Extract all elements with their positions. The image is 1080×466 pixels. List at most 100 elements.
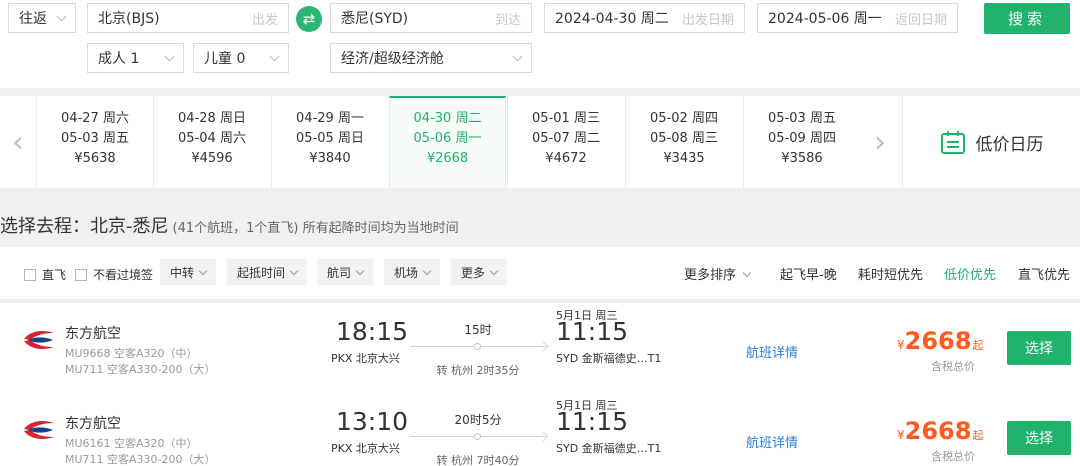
sort-direct-first[interactable]: 直飞优先 bbox=[1018, 264, 1070, 283]
date-option[interactable]: 05-01 周三 05-07 周二 ¥4672 bbox=[507, 96, 624, 188]
date-option-outbound: 05-01 周三 bbox=[532, 111, 600, 126]
date-option-return: 05-09 周四 bbox=[768, 131, 836, 146]
date-option-outbound: 05-02 周四 bbox=[650, 111, 718, 126]
checkbox-icon bbox=[24, 268, 36, 281]
filter-transfer-dropdown[interactable]: 中转 bbox=[160, 259, 217, 285]
sort-shortest[interactable]: 耗时短优先 bbox=[858, 264, 923, 283]
flight-row: 东方航空 MU9668 空客A320（中） MU711 空客A330-200（大） 1… bbox=[0, 303, 1080, 393]
departure-time: 18:15 bbox=[336, 317, 409, 346]
flight-duration: 15时 bbox=[464, 323, 492, 337]
date-option-price: ¥4672 bbox=[545, 151, 587, 166]
date-option-outbound: 05-03 周五 bbox=[768, 111, 836, 126]
date-price-strip: ‹ 04-27 周六 05-03 周五 ¥5638 04-28 周日 05-04 周六 ¥… bbox=[0, 96, 1080, 188]
route-title-text: 选择去程：北京-悉尼 bbox=[0, 216, 169, 237]
date-option[interactable]: 05-03 周五 05-09 周四 ¥3586 bbox=[743, 96, 860, 188]
trip-type-select[interactable]: 往返 bbox=[8, 3, 76, 33]
flight-details-link[interactable]: 航班详情 bbox=[746, 432, 798, 451]
search-button[interactable]: 搜索 bbox=[984, 3, 1070, 34]
return-date-input[interactable]: 2024-05-06 周一 返回日期 bbox=[757, 3, 958, 33]
filter-airline-dropdown[interactable]: 航司 bbox=[317, 259, 374, 285]
date-option-outbound: 04-28 周日 bbox=[178, 111, 246, 126]
flight-details-link[interactable]: 航班详情 bbox=[746, 342, 798, 361]
departure-airport: PKX 北京大兴 bbox=[331, 352, 400, 365]
cabin-select[interactable]: 经济/超级经济舱 bbox=[330, 43, 532, 73]
date-option-price: ¥2668 bbox=[426, 151, 469, 166]
filter-airport-dropdown[interactable]: 机场 bbox=[384, 259, 441, 285]
date-option-return: 05-03 周五 bbox=[61, 131, 129, 146]
date-option[interactable]: 04-30 周二 05-06 周一 ¥2668 bbox=[389, 96, 506, 188]
calendar-icon bbox=[940, 131, 965, 154]
chevron-down-icon bbox=[489, 266, 499, 275]
chevron-down-icon bbox=[269, 51, 280, 61]
search-bar: 往返 北京(BJS) 出发 ⇄ 悉尼(SYD) 到达 2024-04-30 周二… bbox=[0, 0, 1080, 88]
date-option-price: ¥3435 bbox=[663, 151, 705, 166]
flight-duration: 20时5分 bbox=[454, 413, 502, 427]
price-suffix: 起 bbox=[972, 339, 984, 352]
route-subtitle: (41个航班，1个直飞) 所有起降时间均为当地时间 bbox=[172, 221, 459, 236]
date-option-return: 05-08 周三 bbox=[650, 131, 718, 146]
no-transit-visa-checkbox[interactable]: 不看过境签 bbox=[75, 266, 153, 283]
depart-date-input[interactable]: 2024-04-30 周二 出发日期 bbox=[544, 3, 745, 33]
date-option[interactable]: 04-29 周一 05-05 周日 ¥3840 bbox=[271, 96, 388, 188]
destination-value: 悉尼(SYD) bbox=[341, 11, 409, 27]
sort-more-label: 更多排序 bbox=[684, 268, 737, 283]
flight-number-1: MU9668 空客A320（中） bbox=[65, 347, 198, 360]
chevron-down-icon bbox=[422, 266, 432, 275]
airline-name: 东方航空 bbox=[65, 416, 121, 432]
date-option-price: ¥5638 bbox=[74, 151, 116, 166]
checkbox-icon bbox=[75, 268, 87, 281]
select-flight-button[interactable]: 选择 bbox=[1007, 421, 1071, 455]
date-option[interactable]: 04-27 周六 05-03 周五 ¥5638 bbox=[36, 96, 153, 188]
date-option[interactable]: 05-02 周四 05-08 周三 ¥3435 bbox=[625, 96, 742, 188]
arrival-time: 11:15 bbox=[556, 317, 629, 346]
date-option-return: 05-07 周二 bbox=[532, 131, 600, 146]
tax-note: 含税总价 bbox=[931, 450, 975, 463]
adults-value: 成人 1 bbox=[98, 51, 140, 67]
china-eastern-logo-icon bbox=[24, 421, 54, 439]
trip-type-value: 往返 bbox=[19, 11, 47, 27]
select-flight-button[interactable]: 选择 bbox=[1007, 331, 1071, 365]
chevron-right-icon[interactable]: › bbox=[862, 96, 898, 188]
nonstop-label: 直飞 bbox=[42, 268, 67, 282]
children-select[interactable]: 儿童 0 bbox=[193, 43, 289, 73]
date-option-price: ¥3586 bbox=[781, 151, 823, 166]
swap-arrows-icon[interactable]: ⇄ bbox=[296, 6, 322, 32]
route-title: 选择去程：北京-悉尼 (41个航班，1个直飞) 所有起降时间均为当地时间 bbox=[0, 212, 459, 238]
date-option-return: 05-05 周日 bbox=[296, 131, 364, 146]
filter-times-label: 起抵时间 bbox=[237, 265, 286, 280]
departure-airport: PKX 北京大兴 bbox=[331, 442, 400, 455]
date-option-return: 05-06 周一 bbox=[413, 131, 482, 146]
date-option-price: ¥4596 bbox=[191, 151, 233, 166]
chevron-down-icon bbox=[355, 266, 365, 275]
adults-select[interactable]: 成人 1 bbox=[87, 43, 184, 73]
origin-input[interactable]: 北京(BJS) 出发 bbox=[87, 3, 289, 33]
destination-input[interactable]: 悉尼(SYD) 到达 bbox=[330, 3, 532, 33]
sort-lowest-price[interactable]: 低价优先 bbox=[944, 264, 996, 283]
origin-value: 北京(BJS) bbox=[98, 11, 160, 27]
children-value: 儿童 0 bbox=[204, 51, 246, 67]
chevron-down-icon bbox=[289, 266, 299, 275]
depart-date-hint: 出发日期 bbox=[681, 12, 734, 28]
price-currency: ¥ bbox=[897, 428, 905, 442]
no-transit-visa-label: 不看过境签 bbox=[93, 268, 154, 282]
china-eastern-logo-icon bbox=[24, 331, 54, 349]
chevron-left-icon[interactable]: ‹ bbox=[0, 96, 36, 188]
filter-airline-label: 航司 bbox=[327, 265, 352, 280]
filter-times-dropdown[interactable]: 起抵时间 bbox=[227, 259, 308, 285]
tax-note: 含税总价 bbox=[931, 360, 975, 373]
arrival-airport: SYD 金斯福德史…T1 bbox=[556, 442, 662, 455]
date-option[interactable]: 04-28 周日 05-04 周六 ¥4596 bbox=[153, 96, 270, 188]
low-price-calendar-button[interactable]: 低价日历 bbox=[902, 96, 1080, 188]
flight-number-2: MU711 空客A330-200（大） bbox=[65, 453, 216, 466]
sort-more-dropdown[interactable]: 更多排序 bbox=[684, 264, 752, 283]
filter-more-label: 更多 bbox=[461, 265, 486, 280]
price-amount: 2668 bbox=[904, 417, 972, 445]
date-option-price: ¥3840 bbox=[309, 151, 351, 166]
nonstop-checkbox[interactable]: 直飞 bbox=[24, 266, 66, 283]
filter-more-dropdown[interactable]: 更多 bbox=[451, 259, 508, 285]
low-price-calendar-label: 低价日历 bbox=[975, 134, 1044, 155]
airline-name: 东方航空 bbox=[65, 326, 121, 342]
sort-earliest[interactable]: 起飞早-晚 bbox=[780, 264, 837, 283]
price: ¥2668 起 bbox=[897, 417, 983, 445]
price: ¥2668 起 bbox=[897, 327, 983, 355]
